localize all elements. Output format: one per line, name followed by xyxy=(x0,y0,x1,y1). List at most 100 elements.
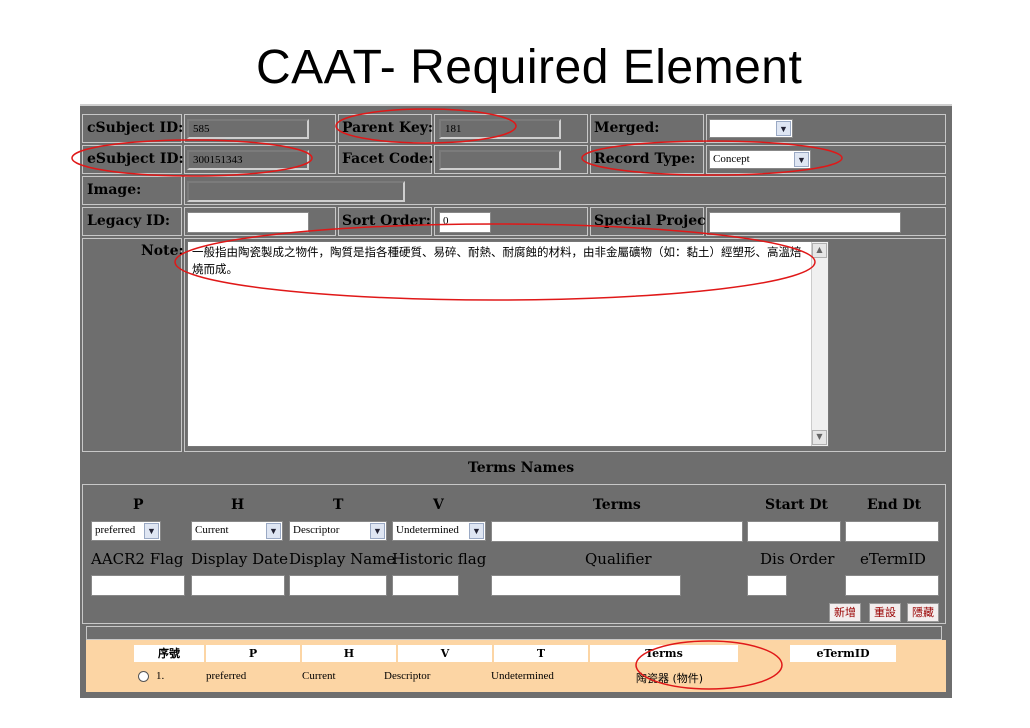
results-header-v: V xyxy=(398,645,492,662)
reset-button[interactable]: 重設 xyxy=(869,603,901,622)
results-header-terms: Terms xyxy=(590,645,738,662)
h-select[interactable]: Current ▼ xyxy=(191,521,283,541)
note-label-cell: Note: xyxy=(82,238,184,452)
start-dt-input[interactable] xyxy=(747,521,841,542)
parent-key-label-cell: Parent Key: xyxy=(338,114,434,143)
col-header-display-name: Display Name xyxy=(289,550,396,568)
col-header-p: P xyxy=(133,497,144,513)
chevron-down-icon: ▼ xyxy=(794,152,809,167)
add-button[interactable]: 新增 xyxy=(829,603,861,622)
csubject-label-cell: cSubject ID: xyxy=(82,114,184,143)
historic-flag-input[interactable] xyxy=(392,575,459,596)
results-table: 序號 P H V T Terms eTermID 1. preferred Cu… xyxy=(86,640,946,692)
sort-order-label-cell: Sort Order: xyxy=(338,207,432,236)
col-header-display-date: Display Date xyxy=(191,550,288,568)
legacy-label: Legacy ID: xyxy=(87,213,171,229)
facet-code-label-cell: Facet Code: xyxy=(338,145,434,174)
sort-order-label: Sort Order: xyxy=(342,213,431,229)
csubject-id-field: 585 xyxy=(187,119,309,139)
scroll-down-icon[interactable]: ▼ xyxy=(812,430,827,445)
results-header-t: T xyxy=(494,645,588,662)
aacr2-flag-input[interactable] xyxy=(91,575,185,596)
esubject-label-cell: eSubject ID: xyxy=(82,145,184,174)
merged-label-cell: Merged: xyxy=(590,114,704,143)
col-header-qualifier: Qualifier xyxy=(585,550,652,568)
legacy-label-cell: Legacy ID: xyxy=(82,207,182,236)
results-header-index: 序號 xyxy=(134,645,204,662)
image-label-cell: Image: xyxy=(82,176,182,205)
col-header-aacr2-flag: AACR2 Flag xyxy=(91,550,184,568)
chevron-down-icon: ▼ xyxy=(266,523,281,539)
sort-order-value-cell: 0 xyxy=(434,207,588,236)
chevron-down-icon: ▼ xyxy=(370,523,385,539)
terms-names-title-bar: Terms Names xyxy=(82,456,946,480)
results-header-etermid: eTermID xyxy=(790,645,896,662)
facet-code-field xyxy=(439,150,561,170)
col-header-t: T xyxy=(333,497,344,513)
merged-select[interactable]: ▼ xyxy=(709,119,793,138)
p-select[interactable]: preferred ▼ xyxy=(91,521,161,541)
col-header-etermid: eTermID xyxy=(860,550,926,568)
merged-label: Merged: xyxy=(594,120,660,136)
csubject-label: cSubject ID: xyxy=(87,120,184,136)
col-header-h: H xyxy=(231,497,245,513)
separator-bar xyxy=(86,626,942,640)
image-field xyxy=(187,181,405,202)
facet-code-value-cell xyxy=(434,145,588,174)
legacy-id-input[interactable] xyxy=(187,212,309,233)
col-header-dis-order: Dis Order xyxy=(760,550,835,568)
record-type-value-cell: Concept ▼ xyxy=(706,145,946,174)
display-name-input[interactable] xyxy=(289,575,387,596)
sort-order-input[interactable]: 0 xyxy=(439,212,491,233)
display-date-input[interactable] xyxy=(191,575,285,596)
terms-input[interactable] xyxy=(491,521,743,542)
result-row-t: Undetermined xyxy=(491,670,554,682)
special-project-input[interactable] xyxy=(709,212,901,233)
note-text: 一般指由陶瓷製成之物件，陶質是指各種硬質、易碎、耐熱、耐腐蝕的材料，由非金屬礦物… xyxy=(192,245,802,276)
t-select[interactable]: Descriptor ▼ xyxy=(289,521,387,541)
facet-code-label: Facet Code: xyxy=(342,151,434,167)
row-select-radio[interactable] xyxy=(138,671,149,682)
col-header-start-dt: Start Dt xyxy=(765,497,828,513)
esubject-label: eSubject ID: xyxy=(87,151,184,167)
etermid-input[interactable] xyxy=(845,575,939,596)
record-type-label: Record Type: xyxy=(594,151,696,167)
scroll-up-icon[interactable]: ▲ xyxy=(812,243,827,258)
col-header-v: V xyxy=(433,497,444,513)
chevron-down-icon: ▼ xyxy=(144,523,159,539)
merged-value-cell: ▼ xyxy=(706,114,946,143)
legacy-value-cell xyxy=(184,207,336,236)
note-textarea[interactable]: 一般指由陶瓷製成之物件，陶質是指各種硬質、易碎、耐熱、耐腐蝕的材料，由非金屬礦物… xyxy=(187,241,829,447)
end-dt-input[interactable] xyxy=(845,521,939,542)
image-value-cell xyxy=(184,176,946,205)
dis-order-input[interactable] xyxy=(747,575,787,596)
result-row-v: Descriptor xyxy=(384,670,431,682)
image-label: Image: xyxy=(87,182,142,198)
record-type-select[interactable]: Concept ▼ xyxy=(709,150,811,169)
qualifier-input[interactable] xyxy=(491,575,681,596)
result-row-h: Current xyxy=(302,670,336,682)
chevron-down-icon: ▼ xyxy=(776,121,791,136)
record-type-label-cell: Record Type: xyxy=(590,145,704,174)
result-row-terms: 陶瓷器 (物件) xyxy=(636,672,704,685)
note-label: Note: xyxy=(141,243,184,259)
results-header-p: P xyxy=(206,645,300,662)
hide-button[interactable]: 隱藏 xyxy=(907,603,939,622)
v-select[interactable]: Undetermined ▼ xyxy=(392,521,486,541)
esubject-id-field: 300151343 xyxy=(187,150,309,170)
note-scrollbar[interactable]: ▲ ▼ xyxy=(811,242,828,446)
special-project-value-cell xyxy=(706,207,946,236)
record-editor-form: cSubject ID: 585 Parent Key: 181 Merged:… xyxy=(80,104,952,698)
parent-key-value-cell: 181 xyxy=(434,114,588,143)
result-row-index: 1. xyxy=(156,670,165,682)
col-header-terms: Terms xyxy=(593,497,641,513)
results-header-h: H xyxy=(302,645,396,662)
parent-key-label: Parent Key: xyxy=(342,120,434,136)
terms-panel: P H T V Terms Start Dt End Dt preferred ▼… xyxy=(82,484,946,624)
chevron-down-icon: ▼ xyxy=(469,523,484,539)
special-project-label-cell: Special Project: xyxy=(590,207,717,236)
col-header-end-dt: End Dt xyxy=(867,497,922,513)
csubject-value-cell: 585 xyxy=(184,114,336,143)
result-row-p: preferred xyxy=(206,670,247,682)
esubject-value-cell: 300151343 xyxy=(184,145,336,174)
